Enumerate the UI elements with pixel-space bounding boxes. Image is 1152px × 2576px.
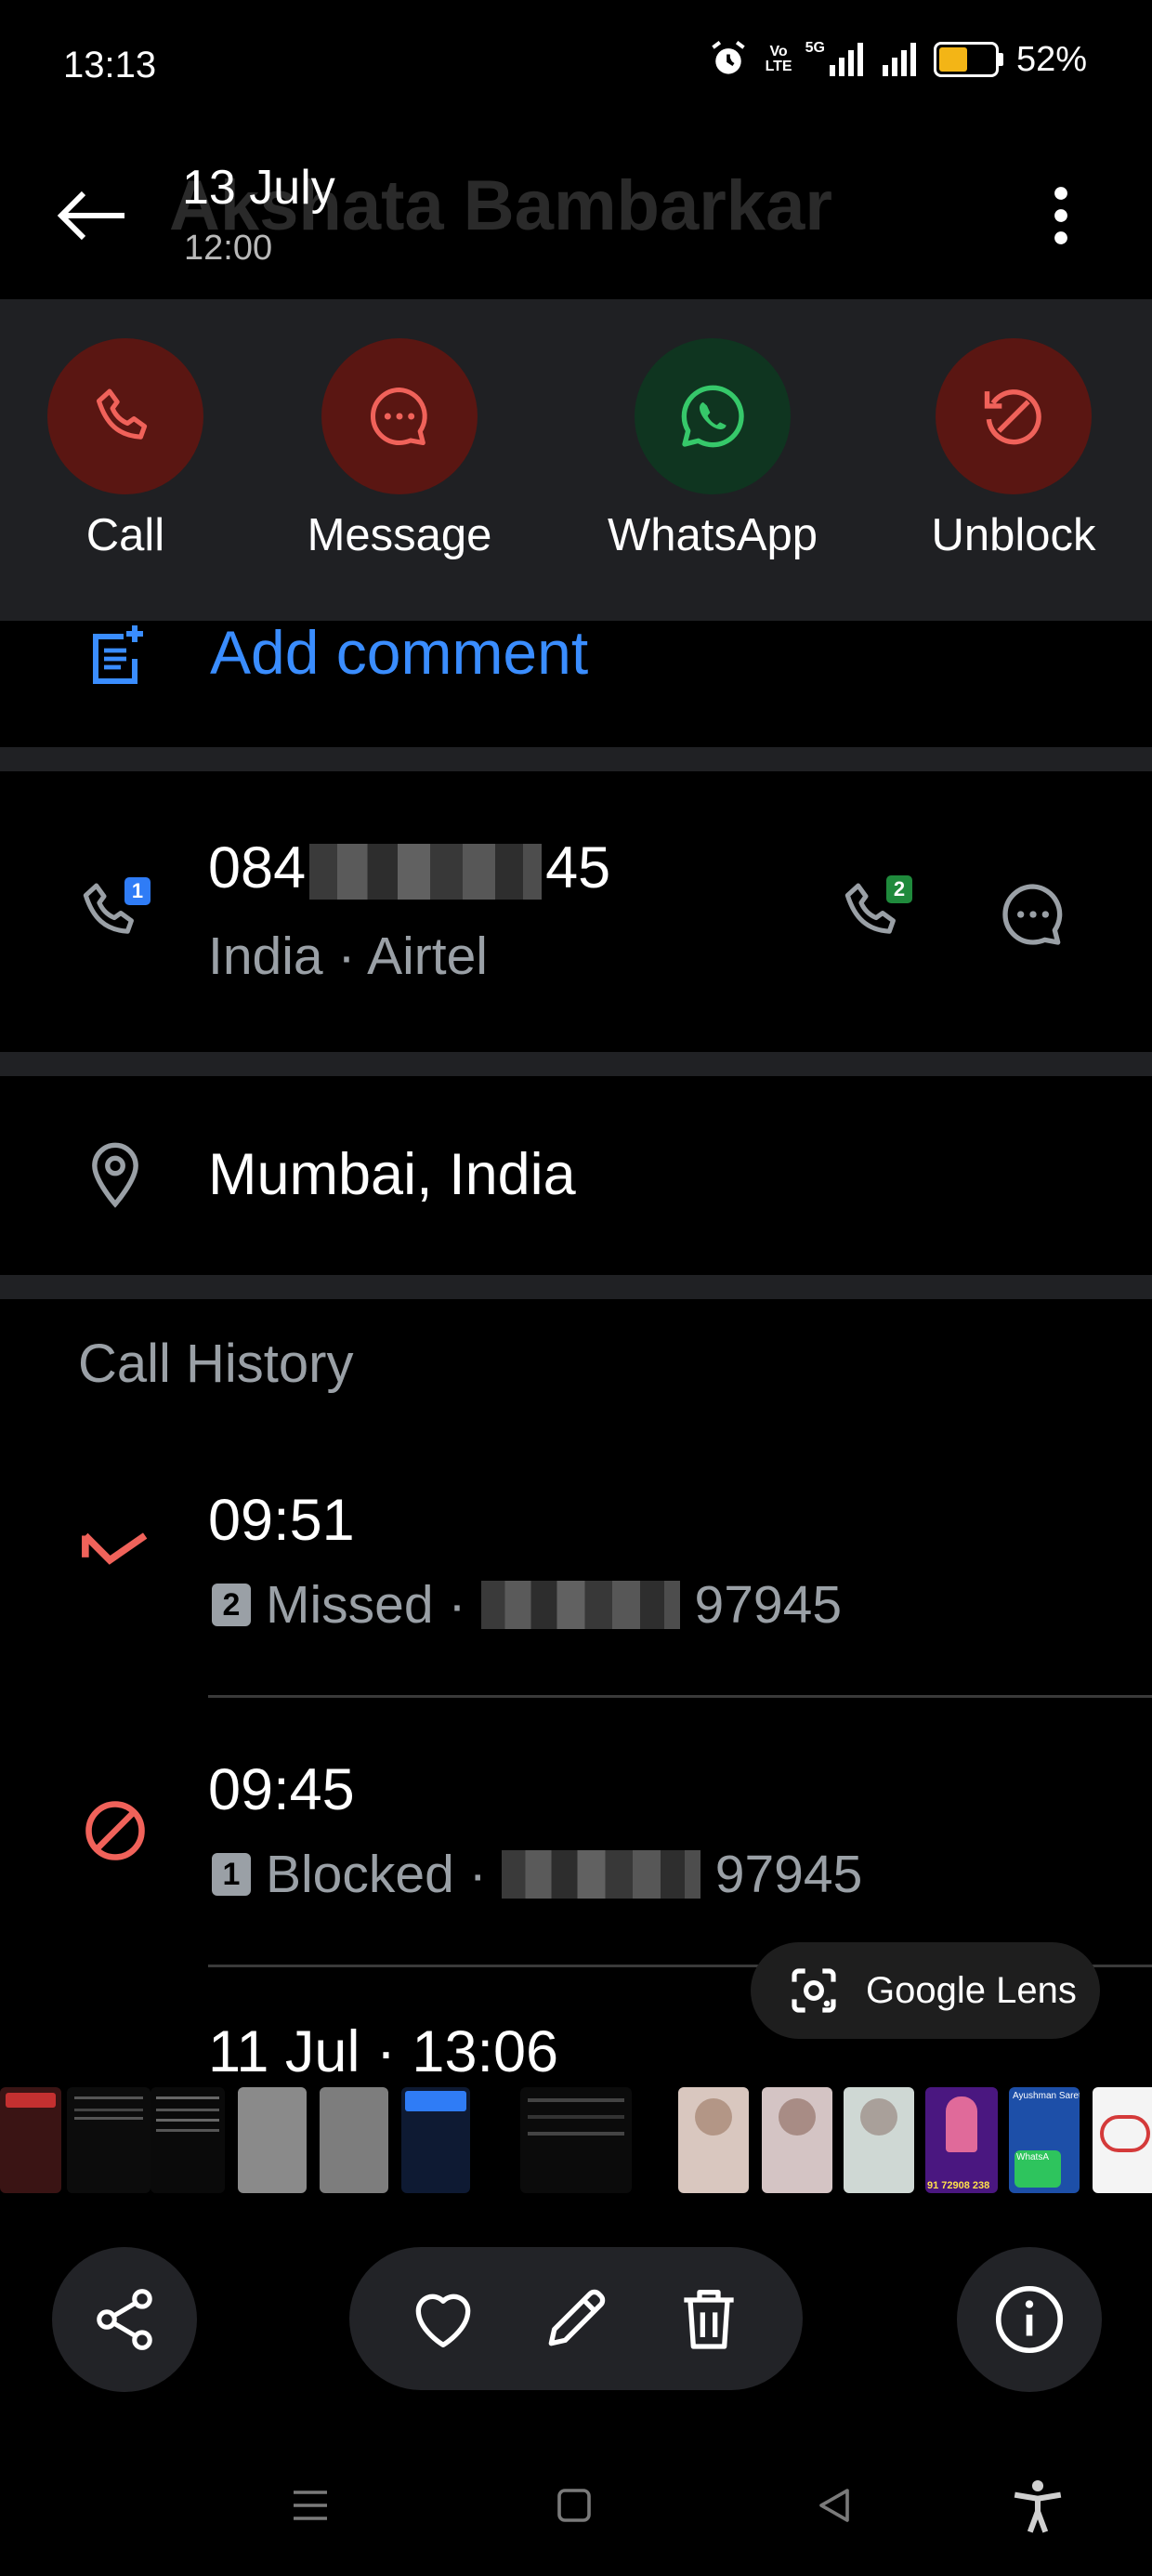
- blocked-icon: [85, 1801, 145, 1860]
- thumbnail[interactable]: [0, 2087, 61, 2193]
- sim1-call-icon[interactable]: 1: [80, 875, 151, 946]
- sim2-badge-icon: 2: [212, 1584, 251, 1626]
- thumbnail[interactable]: [67, 2087, 151, 2193]
- sim2-badge: 2: [886, 875, 912, 903]
- number-location: India · Airtel: [208, 927, 488, 986]
- history-divider: [208, 1695, 1152, 1698]
- thumbnail[interactable]: [151, 2087, 225, 2193]
- add-comment-icon: [93, 625, 143, 684]
- pencil-icon[interactable]: [539, 2281, 613, 2356]
- more-vert-icon[interactable]: [1044, 182, 1078, 249]
- unblock-icon: [936, 338, 1092, 494]
- section-divider: [0, 1052, 1152, 1076]
- message-action-button[interactable]: Message: [279, 299, 520, 561]
- share-icon: [97, 2289, 152, 2350]
- sim2-call-button[interactable]: 2: [842, 875, 912, 946]
- google-lens-label: Google Lens: [866, 1969, 1077, 2011]
- thumbnail-strip: 91 72908 238 Ayushman Saret WhatsA: [0, 2087, 1152, 2193]
- battery-icon: [933, 42, 1003, 77]
- phone-number[interactable]: 084 45: [208, 835, 610, 901]
- history-detail-1: 2 Missed · 97945: [212, 1574, 842, 1636]
- back-triangle-icon[interactable]: [812, 2483, 857, 2528]
- home-square-icon[interactable]: [552, 2483, 596, 2528]
- trash-icon[interactable]: [672, 2281, 746, 2356]
- thumbnail[interactable]: [762, 2087, 832, 2193]
- history-detail-2: 1 Blocked · 97945: [212, 1844, 862, 1905]
- header-date: 13 July: [182, 161, 335, 215]
- accessibility-icon[interactable]: [1007, 2476, 1068, 2537]
- add-comment-link[interactable]: Add comment: [210, 617, 588, 688]
- chat-bubble-icon: [321, 338, 478, 494]
- thumbnail[interactable]: 91 72908 238: [925, 2087, 998, 2193]
- section-divider: [0, 747, 1152, 771]
- header-time: 12:00: [184, 229, 273, 268]
- history-time-2: 09:45: [208, 1757, 355, 1822]
- call-history-title: Call History: [78, 1334, 354, 1394]
- location-label: Mumbai, India: [208, 1142, 576, 1207]
- message-label: Message: [307, 510, 492, 560]
- heart-icon[interactable]: [406, 2281, 480, 2356]
- menu-icon[interactable]: [288, 2483, 333, 2528]
- quick-actions-bar: Call Message WhatsApp Unblock: [0, 299, 1152, 621]
- unblock-label: Unblock: [931, 510, 1096, 560]
- unblock-action-button[interactable]: Unblock: [893, 299, 1134, 561]
- google-lens-button[interactable]: Google Lens: [751, 1942, 1100, 2039]
- sim1-badge-icon: 1: [212, 1853, 251, 1896]
- history-time-3: 11 Jul · 13:06: [208, 2019, 559, 2084]
- missed-call-icon: [82, 1532, 148, 1565]
- thumbnail[interactable]: [520, 2087, 632, 2193]
- call-action-button[interactable]: Call: [5, 299, 246, 561]
- sim1-badge: 1: [124, 877, 151, 905]
- volte-icon: Vo LTE: [765, 44, 792, 74]
- lens-icon: [792, 1968, 836, 2013]
- thumbnail[interactable]: [844, 2087, 914, 2193]
- edit-actions-pill: [349, 2247, 803, 2390]
- share-button[interactable]: [52, 2247, 197, 2392]
- thumbnail[interactable]: [678, 2087, 749, 2193]
- info-button[interactable]: [957, 2247, 1102, 2392]
- back-arrow-icon[interactable]: [54, 186, 128, 245]
- thumbnail[interactable]: [238, 2087, 307, 2193]
- status-icons: Vo LTE 5G 52%: [708, 39, 1087, 80]
- call-label: Call: [85, 510, 165, 560]
- thumbnail[interactable]: [320, 2087, 388, 2193]
- signal-icon: [882, 43, 916, 76]
- status-time: 13:13: [63, 45, 157, 85]
- alarm-icon: [711, 41, 745, 74]
- history-time-1: 09:51: [208, 1488, 355, 1553]
- thumbnail[interactable]: [1093, 2087, 1152, 2193]
- signal-5g-icon: 5G: [805, 41, 865, 78]
- message-number-icon[interactable]: [996, 877, 1070, 952]
- battery-percent: 52%: [1015, 39, 1087, 79]
- location-pin-icon: [92, 1142, 138, 1208]
- thumbnail[interactable]: [401, 2087, 470, 2193]
- whatsapp-label: WhatsApp: [607, 510, 818, 560]
- phone-icon: [47, 338, 203, 494]
- info-icon: [995, 2285, 1064, 2354]
- thumbnail[interactable]: Ayushman Saret WhatsA: [1009, 2087, 1080, 2193]
- section-divider: [0, 1275, 1152, 1299]
- whatsapp-icon: [635, 338, 791, 494]
- whatsapp-action-button[interactable]: WhatsApp: [592, 299, 833, 561]
